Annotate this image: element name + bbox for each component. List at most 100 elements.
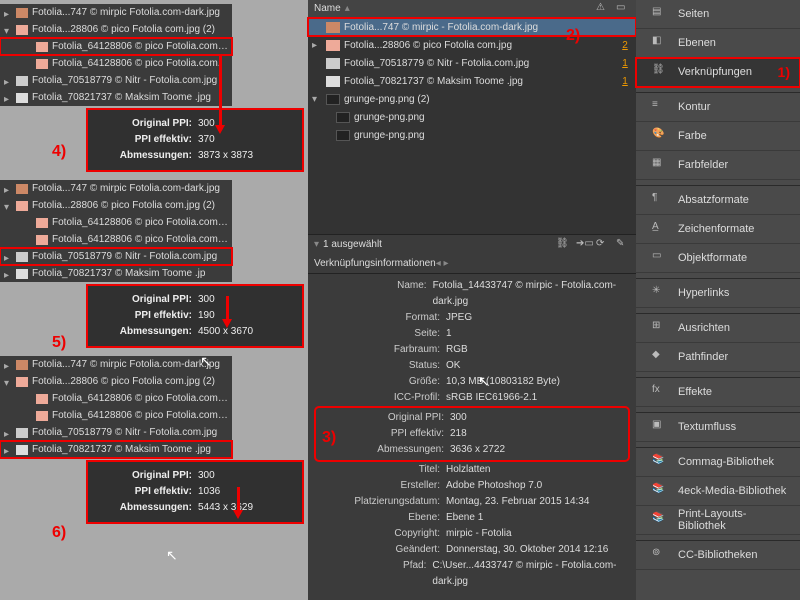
detail-row: Größe:10,3 MB (10803182 Byte): [316, 374, 628, 390]
panel-lib[interactable]: 📚Print-Layouts-Bibliothek: [636, 506, 800, 535]
detail-row: Ebene:Ebene 1: [316, 510, 628, 526]
layer-row[interactable]: Fotolia_64128806 © pico Fotolia.com.jpg: [0, 214, 232, 231]
layer-row[interactable]: Fotolia_64128806 © pico Fotolia.com.jpg: [0, 38, 232, 55]
panel-stroke[interactable]: ≡Kontur: [636, 93, 800, 122]
cc-icon: ⊚: [652, 547, 668, 563]
detail-row: Platzierungsdatum:Montag, 23. Februar 20…: [316, 494, 628, 510]
link-row[interactable]: ▾grunge-png.png (2): [308, 90, 636, 108]
arrow-4: [219, 54, 222, 126]
link-row[interactable]: Fotolia_70821737 © Maksim Toome .jpg1: [308, 72, 636, 90]
panel-pages[interactable]: ▤Seiten: [636, 0, 800, 29]
detail-row: Ersteller:Adobe Photoshop 7.0: [316, 478, 628, 494]
layer-row[interactable]: ▾Fotolia...28806 © pico Fotolia com.jpg …: [0, 373, 232, 390]
panel-para[interactable]: ¶Absatzformate: [636, 186, 800, 215]
cursor-icon: ↖: [200, 353, 212, 370]
panel-color[interactable]: 🎨Farbe: [636, 122, 800, 151]
lib-icon: 📚: [652, 454, 668, 470]
annotation-2: 2): [566, 27, 580, 45]
layer-row[interactable]: ▸Fotolia...747 © mirpic Fotolia.com-dark…: [0, 180, 232, 197]
annotation-4: 4): [52, 143, 66, 161]
color-icon: 🎨: [652, 128, 668, 144]
panel-align[interactable]: ⊞Ausrichten: [636, 314, 800, 343]
edit-original-icon[interactable]: ✎: [616, 238, 630, 252]
layer-row[interactable]: Fotolia_64128806 © pico Fotolia.com.jpg: [0, 231, 232, 248]
panel-links[interactable]: ⛓Verknüpfungen1): [636, 58, 800, 87]
detail-row: Copyright:mirpic - Fotolia: [316, 526, 628, 542]
detail-row: Titel:Holzlatten: [316, 462, 628, 478]
obj-icon: ▭: [652, 250, 668, 266]
info-box: Original PPI:300PPI effektiv:190Abmessun…: [88, 286, 302, 346]
detail-row: Abmessungen:3636 x 2722: [320, 442, 624, 458]
warning-icon: ⚠: [596, 2, 610, 16]
col-name[interactable]: Name: [314, 3, 341, 14]
link-row[interactable]: grunge-png.png: [308, 126, 636, 144]
layer-row[interactable]: ▸Fotolia...747 © mirpic Fotolia.com-dark…: [0, 356, 232, 373]
layers-icon: ◧: [652, 35, 668, 51]
layer-row[interactable]: ▾Fotolia...28806 © pico Fotolia com.jpg …: [0, 21, 232, 38]
selection-count: 1 ausgewählt: [323, 239, 382, 250]
char-icon: A̲: [652, 221, 668, 237]
wrap-icon: ▣: [652, 419, 668, 435]
link-row[interactable]: grunge-png.png: [308, 108, 636, 126]
panel-hyper[interactable]: ✳Hyperlinks: [636, 279, 800, 308]
layer-row[interactable]: ▸Fotolia_70821737 © Maksim Toome .jpg: [0, 89, 232, 106]
panel-obj[interactable]: ▭Objektformate: [636, 244, 800, 273]
layer-row[interactable]: ▾Fotolia...28806 © pico Fotolia com.jpg …: [0, 197, 232, 214]
detail-row: Original PPI:300: [320, 410, 624, 426]
cursor-icon: ↖: [166, 547, 178, 564]
path-icon: ◆: [652, 349, 668, 365]
detail-row: Name:Fotolia_14433747 © mirpic - Fotolia…: [316, 278, 628, 310]
detail-row: Geändert:Donnerstag, 30. Oktober 2014 12…: [316, 542, 628, 558]
panel-swatches[interactable]: ▦Farbfelder: [636, 151, 800, 180]
detail-row: Farbraum:RGB: [316, 342, 628, 358]
layer-row[interactable]: ▸Fotolia...747 © mirpic Fotolia.com-dark…: [0, 4, 232, 21]
link-row[interactable]: Fotolia...747 © mirpic - Fotolia.com-dar…: [308, 18, 636, 36]
fx-icon: fx: [652, 384, 668, 400]
goto-link-icon[interactable]: ➔▭: [576, 238, 590, 252]
hyper-icon: ✳: [652, 285, 668, 301]
detail-row: Format:JPEG: [316, 310, 628, 326]
panel-lib[interactable]: 📚4eck-Media-Bibliothek: [636, 477, 800, 506]
info-box: Original PPI:300PPI effektiv:1036Abmessu…: [88, 462, 302, 522]
annotation-5: 5): [52, 334, 66, 352]
panel-lib[interactable]: 📚Commag-Bibliothek: [636, 448, 800, 477]
panel-wrap[interactable]: ▣Textumfluss: [636, 413, 800, 442]
panel-path[interactable]: ◆Pathfinder: [636, 343, 800, 372]
layer-row[interactable]: ▸Fotolia_70518779 © Nitr - Fotolia.com.j…: [0, 72, 232, 89]
detail-row: Seite:1: [316, 326, 628, 342]
status-bar: ▾ 1 ausgewählt ⛓ ➔▭ ⟳ ✎: [308, 234, 636, 254]
arrow-5: [226, 296, 229, 320]
link-info-title: Verknüpfungsinformationen: [314, 258, 436, 269]
layer-row[interactable]: Fotolia_64128806 © pico Fotolia.com.jpg: [0, 407, 232, 424]
panel-cc[interactable]: ⊚CC-Bibliotheken: [636, 541, 800, 570]
detail-row: PPI effektiv:218: [320, 426, 624, 442]
links-icon: ⛓: [652, 64, 668, 80]
cursor-icon: ↖: [478, 373, 490, 390]
layer-row[interactable]: ▸Fotolia_70821737 © Maksim Toome .jpg: [0, 441, 232, 458]
detail-row: ICC-Profil:sRGB IEC61966-2.1: [316, 390, 628, 406]
update-link-icon[interactable]: ⟳: [596, 238, 610, 252]
detail-row: Status:OK: [316, 358, 628, 374]
panel-char[interactable]: A̲Zeichenformate: [636, 215, 800, 244]
swatches-icon: ▦: [652, 157, 668, 173]
link-row[interactable]: ▸Fotolia...28806 © pico Fotolia com.jpg2: [308, 36, 636, 54]
layer-row[interactable]: ▸Fotolia_70821737 © Maksim Toome .jp: [0, 265, 232, 282]
layer-row[interactable]: Fotolia_64128806 © pico Fotolia.com.: [0, 55, 232, 72]
layer-row[interactable]: Fotolia_64128806 © pico Fotolia.com.jpg: [0, 390, 232, 407]
align-icon: ⊞: [652, 320, 668, 336]
stroke-icon: ≡: [652, 99, 668, 115]
panel-layers[interactable]: ◧Ebenen: [636, 29, 800, 58]
layer-row[interactable]: ▸Fotolia_70518779 © Nitr - Fotolia.com.j…: [0, 248, 232, 265]
layer-row[interactable]: ▸Fotolia_70518779 © Nitr - Fotolia.com.j…: [0, 424, 232, 441]
detail-row: Pfad:C:\User...4433747 © mirpic - Fotoli…: [316, 558, 628, 590]
annotation-6: 6): [52, 524, 66, 542]
para-icon: ¶: [652, 192, 668, 208]
link-info-title-bar[interactable]: Verknüpfungsinformationen ◂ ▸: [308, 254, 636, 274]
annotation-3: 3): [322, 429, 336, 447]
panel-fx[interactable]: fxEffekte: [636, 378, 800, 407]
links-header: Name ▴ ⚠ ▭: [308, 0, 636, 18]
list-empty-area: [308, 144, 636, 234]
info-box: Original PPI:300PPI effektiv:370Abmessun…: [88, 110, 302, 170]
relink-icon[interactable]: ⛓: [556, 238, 570, 252]
link-row[interactable]: Fotolia_70518779 © Nitr - Fotolia.com.jp…: [308, 54, 636, 72]
